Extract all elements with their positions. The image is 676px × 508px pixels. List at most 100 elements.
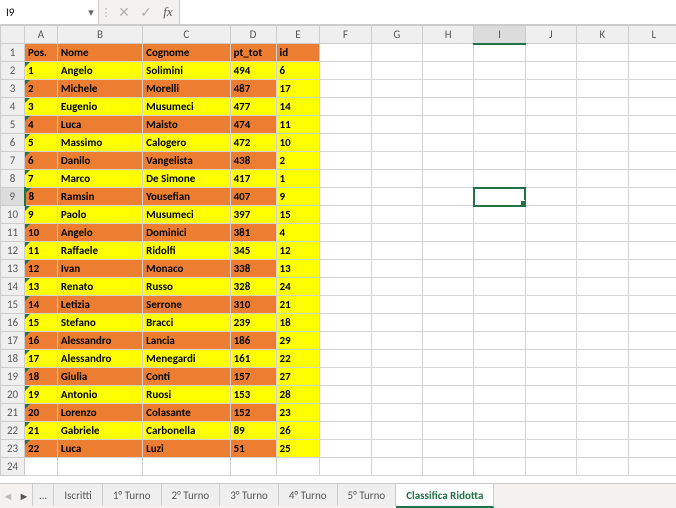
cell[interactable] (423, 98, 474, 116)
cell[interactable] (525, 170, 576, 188)
cell[interactable] (423, 440, 474, 458)
cell-id[interactable]: 17 (276, 80, 320, 98)
cell[interactable] (474, 332, 525, 350)
cell[interactable] (371, 44, 422, 62)
cell[interactable] (371, 260, 422, 278)
row-header-9[interactable]: 9 (1, 188, 25, 206)
cell[interactable] (474, 152, 525, 170)
tab-nav-prev-icon[interactable]: ◄ (0, 484, 16, 508)
cell[interactable] (525, 296, 576, 314)
cell[interactable] (577, 350, 628, 368)
cell[interactable] (577, 98, 628, 116)
name-box-dropdown-icon[interactable]: ▾ (84, 0, 98, 24)
cell-cognome[interactable]: Menegardi (143, 350, 230, 368)
cell-pos[interactable]: 5 (25, 134, 58, 152)
sheet-tab[interactable]: 1° Turno (103, 484, 162, 506)
cell-pt[interactable]: 338 (230, 260, 276, 278)
cell-cognome[interactable]: Ruosi (143, 386, 230, 404)
row-header-15[interactable]: 15 (1, 296, 25, 314)
cell[interactable] (525, 278, 576, 296)
cell[interactable] (525, 152, 576, 170)
cell[interactable] (371, 314, 422, 332)
cell[interactable] (577, 242, 628, 260)
cell[interactable] (577, 458, 628, 476)
cell[interactable] (577, 260, 628, 278)
cell[interactable] (371, 152, 422, 170)
cell-pt[interactable]: 438 (230, 152, 276, 170)
cell-pos[interactable]: 10 (25, 224, 58, 242)
cell[interactable] (525, 350, 576, 368)
cell[interactable] (371, 458, 422, 476)
cell[interactable] (577, 440, 628, 458)
header-pos[interactable]: Pos. (25, 44, 58, 62)
select-all-corner[interactable] (1, 26, 25, 44)
cell[interactable] (628, 116, 676, 134)
cell[interactable] (423, 260, 474, 278)
cell[interactable] (423, 368, 474, 386)
header-cognome[interactable]: Cognome (143, 44, 230, 62)
cell[interactable] (371, 404, 422, 422)
cell[interactable] (276, 458, 320, 476)
cell[interactable] (423, 314, 474, 332)
cell[interactable] (525, 368, 576, 386)
sheet-tab[interactable]: Classifica Ridotta (396, 484, 494, 508)
cell[interactable] (423, 422, 474, 440)
cell-pt[interactable]: 153 (230, 386, 276, 404)
cell[interactable] (577, 80, 628, 98)
cell-pos[interactable]: 4 (25, 116, 58, 134)
col-header-A[interactable]: A (25, 26, 58, 44)
cell-pt[interactable]: 345 (230, 242, 276, 260)
cell[interactable] (320, 80, 371, 98)
cell-cognome[interactable]: Ridolfi (143, 242, 230, 260)
row-header-13[interactable]: 13 (1, 260, 25, 278)
cell[interactable] (423, 206, 474, 224)
cell-nome[interactable]: Luca (57, 440, 142, 458)
cell[interactable] (474, 314, 525, 332)
cell[interactable] (423, 350, 474, 368)
row-header-19[interactable]: 19 (1, 368, 25, 386)
cell[interactable] (628, 296, 676, 314)
cell-pos[interactable]: 22 (25, 440, 58, 458)
sheet-tab[interactable]: Iscritti (54, 484, 103, 506)
sheet-tab[interactable]: 2° Turno (162, 484, 221, 506)
cell-nome[interactable]: Antonio (57, 386, 142, 404)
cell-pt[interactable]: 161 (230, 350, 276, 368)
cell[interactable] (474, 260, 525, 278)
cell-nome[interactable]: Ivan (57, 260, 142, 278)
cell[interactable] (628, 188, 676, 206)
row-header-21[interactable]: 21 (1, 404, 25, 422)
col-header-I[interactable]: I (474, 26, 525, 44)
cell[interactable] (320, 278, 371, 296)
cell[interactable] (320, 152, 371, 170)
cell[interactable] (423, 80, 474, 98)
cell[interactable] (525, 260, 576, 278)
cell[interactable] (25, 458, 58, 476)
cell-pos[interactable]: 9 (25, 206, 58, 224)
cell[interactable] (474, 170, 525, 188)
cell-pos[interactable]: 1 (25, 62, 58, 80)
cell-id[interactable]: 24 (276, 278, 320, 296)
cell-cognome[interactable]: Conti (143, 368, 230, 386)
cell[interactable] (371, 206, 422, 224)
cell-nome[interactable]: Renato (57, 278, 142, 296)
cell-cognome[interactable]: Solimini (143, 62, 230, 80)
cell[interactable] (320, 206, 371, 224)
formula-input[interactable] (179, 0, 676, 24)
col-header-K[interactable]: K (577, 26, 628, 44)
cell-nome[interactable]: Marco (57, 170, 142, 188)
cell[interactable] (320, 422, 371, 440)
fx-icon[interactable]: fx (157, 0, 179, 24)
cell[interactable] (577, 386, 628, 404)
cell[interactable] (628, 278, 676, 296)
cell-nome[interactable]: Alessandro (57, 350, 142, 368)
cell[interactable] (371, 368, 422, 386)
cell[interactable] (371, 188, 422, 206)
cell-id[interactable]: 14 (276, 98, 320, 116)
cell-cognome[interactable]: Dominici (143, 224, 230, 242)
cell[interactable] (628, 404, 676, 422)
cell[interactable] (474, 350, 525, 368)
cell-nome[interactable]: Massimo (57, 134, 142, 152)
row-header-12[interactable]: 12 (1, 242, 25, 260)
cell[interactable] (371, 332, 422, 350)
row-header-18[interactable]: 18 (1, 350, 25, 368)
